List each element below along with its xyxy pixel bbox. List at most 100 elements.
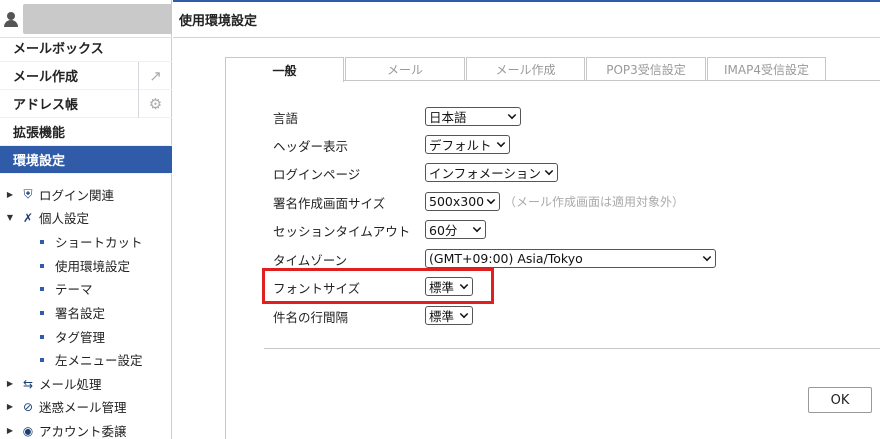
user-row[interactable] bbox=[0, 0, 172, 38]
tree-delegation-label: アカウント委譲 bbox=[39, 424, 127, 439]
tree-mail-processing[interactable]: ▶ ⇆ メール処理 bbox=[0, 372, 172, 395]
ok-button-label: OK bbox=[830, 392, 850, 408]
tree-login-label: ログイン関連 bbox=[39, 188, 115, 203]
subject-spacing-select[interactable]: 標準 bbox=[425, 306, 473, 325]
chevron-down-icon bbox=[496, 138, 506, 148]
chevron-down-icon bbox=[507, 110, 517, 120]
tree-child-shortcut[interactable]: ショートカット bbox=[0, 230, 172, 253]
timezone-select[interactable]: (GMT+09:00) Asia/Tokyo bbox=[425, 249, 716, 268]
shield-key-icon: ⛨ bbox=[23, 187, 33, 201]
tree-child-label: タグ管理 bbox=[55, 330, 106, 345]
font-size-label: フォントサイズ bbox=[273, 281, 361, 296]
user-icon bbox=[3, 11, 19, 27]
tree-child-signature[interactable]: 署名設定 bbox=[0, 301, 172, 324]
language-value: 日本語 bbox=[429, 110, 467, 125]
tab-compose[interactable]: メール作成 bbox=[466, 57, 585, 81]
menu-mailbox-label: メールボックス bbox=[13, 42, 104, 57]
bullet bbox=[40, 357, 44, 362]
tab-general-label: 一般 bbox=[272, 63, 297, 78]
language-select[interactable]: 日本語 bbox=[425, 107, 521, 126]
caret-down-icon: ▼ bbox=[6, 213, 14, 222]
tree-personal-label: 個人設定 bbox=[39, 211, 90, 226]
tab-pop3[interactable]: POP3受信設定 bbox=[586, 57, 706, 81]
tree-delegation[interactable]: ▶ ◉ アカウント委譲 bbox=[0, 419, 172, 439]
login-page-select[interactable]: インフォメーション bbox=[425, 163, 558, 182]
block-icon: ⊘ bbox=[22, 399, 34, 414]
chevron-down-icon bbox=[702, 252, 712, 262]
tree-child-theme[interactable]: テーマ bbox=[0, 277, 172, 300]
menu-mailbox[interactable]: メールボックス bbox=[0, 34, 172, 62]
tools-icon: ✗ bbox=[22, 210, 34, 225]
swap-icon: ⇆ bbox=[22, 376, 34, 391]
tab-general[interactable]: 一般 bbox=[225, 57, 344, 82]
page-title-bar: 使用環境設定 bbox=[173, 0, 880, 38]
timezone-label: タイムゾーン bbox=[273, 253, 348, 268]
tab-mail[interactable]: メール bbox=[345, 57, 465, 81]
menu-compose[interactable]: メール作成 ↗ bbox=[0, 62, 172, 90]
tab-imap4[interactable]: IMAP4受信設定 bbox=[707, 57, 826, 81]
font-size-select[interactable]: 標準 bbox=[425, 277, 473, 296]
bullet bbox=[40, 334, 44, 339]
menu-address-book[interactable]: アドレス帳 ⚙ bbox=[0, 90, 172, 118]
menu-compose-label: メール作成 bbox=[13, 70, 79, 85]
user-name-redacted bbox=[22, 3, 172, 34]
subject-spacing-label: 件名の行間隔 bbox=[273, 310, 349, 325]
signature-size-select[interactable]: 500x300 bbox=[425, 192, 500, 211]
caret-right-icon: ▶ bbox=[6, 379, 14, 388]
signature-size-label: 署名作成画面サイズ bbox=[273, 196, 386, 211]
session-timeout-value: 60分 bbox=[429, 223, 458, 238]
tree-personal[interactable]: ▼ ✗ 個人設定 bbox=[0, 206, 172, 229]
tree-child-label: テーマ bbox=[55, 282, 93, 297]
chevron-down-icon bbox=[459, 309, 469, 319]
session-timeout-select[interactable]: 60分 bbox=[425, 220, 486, 239]
bullet bbox=[40, 286, 44, 291]
external-link-icon[interactable]: ↗ bbox=[138, 62, 172, 90]
tab-mail-label: メール bbox=[386, 63, 423, 77]
divider bbox=[264, 348, 880, 349]
menu-settings-label: 環境設定 bbox=[13, 154, 66, 169]
chevron-down-icon bbox=[459, 280, 469, 290]
tree-child-tags[interactable]: タグ管理 bbox=[0, 325, 172, 348]
header-display-value: デフォルト bbox=[429, 138, 492, 153]
header-display-label: ヘッダー表示 bbox=[273, 139, 349, 154]
gear-icon[interactable]: ⚙ bbox=[138, 90, 172, 118]
tab-pop3-label: POP3受信設定 bbox=[606, 63, 686, 77]
signature-size-value: 500x300 bbox=[429, 194, 485, 209]
menu-settings[interactable]: 環境設定 bbox=[0, 146, 172, 174]
subject-spacing-value: 標準 bbox=[429, 309, 455, 324]
font-size-value: 標準 bbox=[429, 280, 455, 295]
tree-child-left-menu[interactable]: 左メニュー設定 bbox=[0, 348, 172, 371]
menu-extensions-label: 拡張機能 bbox=[13, 126, 66, 141]
tree-mail-processing-label: メール処理 bbox=[39, 377, 102, 392]
menu-extensions[interactable]: 拡張機能 bbox=[0, 118, 172, 146]
tree-child-label: ショートカット bbox=[55, 235, 143, 250]
signature-size-hint: （メール作成画面は適用対象外） bbox=[504, 195, 685, 209]
header-display-select[interactable]: デフォルト bbox=[425, 135, 510, 154]
caret-right-icon: ▶ bbox=[6, 426, 14, 435]
user-circle-icon: ◉ bbox=[22, 423, 34, 438]
tree-child-label: 使用環境設定 bbox=[55, 259, 131, 274]
caret-right-icon: ▶ bbox=[6, 190, 14, 199]
bullet bbox=[40, 310, 44, 315]
ok-button[interactable]: OK bbox=[808, 387, 872, 413]
tree-child-label: 左メニュー設定 bbox=[55, 353, 143, 368]
tree-spam[interactable]: ▶ ⊘ 迷惑メール管理 bbox=[0, 395, 172, 418]
tree-spam-label: 迷惑メール管理 bbox=[39, 400, 127, 415]
tree-child-label: 署名設定 bbox=[55, 306, 106, 321]
language-label: 言語 bbox=[273, 111, 299, 126]
chevron-down-icon bbox=[544, 166, 554, 176]
sidebar: メールボックス メール作成 ↗ アドレス帳 ⚙ 拡張機能 環境設定 ▶ ⛨ ログイン… bbox=[0, 0, 172, 439]
caret-right-icon: ▶ bbox=[6, 402, 14, 411]
timezone-value: (GMT+09:00) Asia/Tokyo bbox=[429, 251, 583, 266]
tree-login[interactable]: ▶ ⛨ ログイン関連 bbox=[0, 183, 172, 206]
tab-imap4-label: IMAP4受信設定 bbox=[724, 63, 809, 77]
login-page-value: インフォメーション bbox=[429, 166, 541, 181]
menu-address-book-label: アドレス帳 bbox=[13, 98, 79, 113]
bullet bbox=[40, 263, 44, 268]
session-timeout-label: セッションタイムアウト bbox=[273, 224, 411, 239]
login-page-label: ログインページ bbox=[273, 167, 361, 182]
chevron-down-icon bbox=[486, 195, 496, 205]
tree-child-environment[interactable]: 使用環境設定 bbox=[0, 254, 172, 277]
page-title: 使用環境設定 bbox=[179, 14, 258, 29]
tab-compose-label: メール作成 bbox=[495, 63, 556, 77]
